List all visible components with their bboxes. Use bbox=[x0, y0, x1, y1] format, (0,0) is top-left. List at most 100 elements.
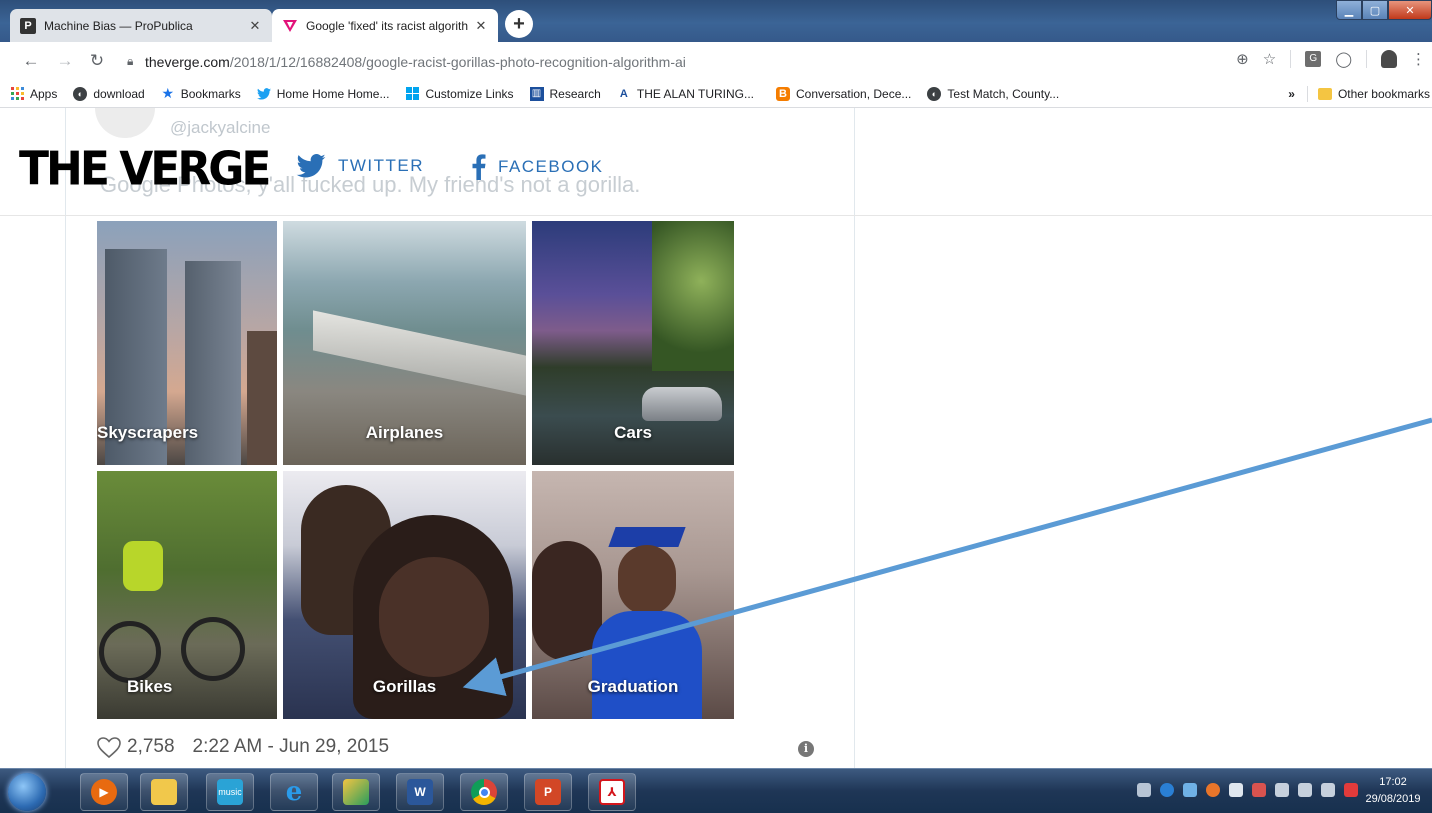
action-center-flag-icon[interactable] bbox=[1344, 783, 1358, 797]
network-signal-icon[interactable] bbox=[1298, 783, 1312, 797]
heart-icon[interactable] bbox=[97, 736, 121, 758]
security-icon[interactable] bbox=[1160, 783, 1174, 797]
tweet-handle[interactable]: @jackyalcine bbox=[170, 118, 270, 138]
star-icon: ★ bbox=[161, 85, 175, 101]
blogger-icon: B bbox=[776, 86, 790, 101]
close-icon[interactable]: ✕ bbox=[248, 18, 262, 34]
taskbar-internet-explorer[interactable]: e bbox=[270, 773, 318, 811]
onedrive-icon[interactable] bbox=[1183, 783, 1197, 797]
photo-tile-gorillas[interactable]: Gorillas bbox=[283, 471, 526, 719]
divider bbox=[1290, 50, 1292, 68]
bookmarks-overflow-button[interactable]: » bbox=[1288, 87, 1295, 101]
amazon-music-icon: music bbox=[217, 779, 243, 805]
tab-verge[interactable]: Google 'fixed' its racist algorithm ✕ bbox=[272, 9, 498, 42]
system-clock[interactable]: 17:02 29/08/2019 bbox=[1360, 774, 1426, 808]
other-bookmarks-folder[interactable]: Other bookmarks bbox=[1317, 87, 1430, 101]
profile-avatar-icon[interactable] bbox=[1381, 50, 1397, 68]
page-content: @jackyalcine Google Photos, y'all fucked… bbox=[0, 108, 1432, 768]
bookmark-apps[interactable]: Apps bbox=[10, 87, 57, 101]
bookmarks-right: » Other bookmarks bbox=[1288, 80, 1432, 108]
tab-title: Machine Bias — ProPublica bbox=[44, 18, 193, 33]
address-path: /2018/1/12/16882408/google-racist-gorill… bbox=[229, 53, 686, 70]
antivirus-icon[interactable] bbox=[1252, 783, 1266, 797]
photo-label: Cars bbox=[614, 423, 652, 442]
tab-propublica[interactable]: P Machine Bias — ProPublica ✕ bbox=[10, 9, 272, 42]
tweet-timestamp[interactable]: 2:22 AM - Jun 29, 2015 bbox=[193, 736, 389, 758]
twitter-icon bbox=[296, 154, 326, 178]
clock-time: 17:02 bbox=[1379, 776, 1407, 788]
twitter-icon bbox=[256, 87, 271, 101]
facebook-label: FACEBOOK bbox=[498, 157, 604, 176]
extension-circle-icon[interactable]: ◯ bbox=[1335, 50, 1352, 68]
bookmark-star-icon[interactable]: ☆ bbox=[1263, 50, 1276, 68]
photo-label: Skyscrapers bbox=[97, 423, 199, 442]
forward-icon[interactable]: → bbox=[52, 48, 78, 74]
photo-label: Gorillas bbox=[372, 677, 437, 696]
zoom-icon[interactable]: ⊕ bbox=[1236, 50, 1249, 68]
taskbar-chrome[interactable] bbox=[460, 773, 508, 811]
volume-icon[interactable] bbox=[1321, 783, 1335, 797]
facebook-share-link[interactable]: FACEBOOK bbox=[472, 154, 604, 180]
maximize-button[interactable]: ▢ bbox=[1362, 0, 1388, 20]
taskbar-acrobat[interactable]: ⅄ bbox=[588, 773, 636, 811]
taskbar-explorer[interactable] bbox=[140, 773, 188, 811]
taskbar-word[interactable]: W bbox=[396, 773, 444, 811]
photo-label: Bikes bbox=[127, 677, 173, 696]
word-icon: W bbox=[407, 779, 433, 805]
info-icon[interactable]: i bbox=[798, 741, 814, 757]
globe-icon: ◐ bbox=[73, 86, 88, 101]
close-icon[interactable]: ✕ bbox=[474, 18, 488, 34]
twitter-share-link[interactable]: TWITTER bbox=[296, 154, 424, 178]
bookmark-bookmarks[interactable]: ★ Bookmarks bbox=[161, 85, 240, 101]
close-window-button[interactable]: ✕ bbox=[1388, 0, 1432, 20]
update-icon[interactable] bbox=[1206, 783, 1220, 797]
bookmark-research[interactable]: ▥ Research bbox=[529, 86, 601, 101]
taskbar-app[interactable] bbox=[332, 773, 380, 811]
browser-tab-strip: P Machine Bias — ProPublica ✕ Google 'fi… bbox=[0, 0, 1432, 42]
propublica-favicon: P bbox=[20, 17, 36, 34]
photo-tile-cars[interactable]: Cars bbox=[532, 221, 734, 465]
photo-tile-bikes[interactable]: Bikes bbox=[97, 471, 277, 719]
dropbox-icon[interactable] bbox=[1229, 783, 1243, 797]
grammarly-extension-icon[interactable]: G bbox=[1305, 51, 1322, 67]
bookmark-download[interactable]: ◐ download bbox=[73, 86, 145, 101]
taskbar-amazon-music[interactable]: music bbox=[206, 773, 254, 811]
minimize-button[interactable]: ▁ bbox=[1336, 0, 1362, 20]
taskbar-powerpoint[interactable]: P bbox=[524, 773, 572, 811]
taskbar-media-player[interactable]: ▶ bbox=[80, 773, 128, 811]
usb-icon[interactable] bbox=[1275, 783, 1289, 797]
reload-icon[interactable]: ↻ bbox=[84, 48, 110, 74]
ie-icon: e bbox=[285, 777, 303, 807]
folder-icon bbox=[151, 779, 177, 805]
bookmark-customize-links[interactable]: Customize Links bbox=[405, 87, 514, 101]
turing-icon: A bbox=[619, 87, 628, 100]
other-bookmarks-label: Other bookmarks bbox=[1337, 87, 1430, 101]
keyboard-icon[interactable] bbox=[1137, 783, 1151, 797]
back-icon[interactable]: ← bbox=[18, 48, 44, 74]
bookmark-alan-turing[interactable]: A THE ALAN TURING... bbox=[617, 87, 754, 101]
bookmark-label: Conversation, Dece... bbox=[796, 86, 912, 101]
bookmark-label: Apps bbox=[30, 86, 58, 101]
browser-toolbar: ← → ↻ 🔒︎ theverge.com/2018/1/12/16882408… bbox=[0, 42, 1432, 80]
menu-kebab-icon[interactable]: ⋮ bbox=[1411, 50, 1426, 68]
address-host: theverge.com bbox=[145, 53, 230, 70]
bookmark-test-match[interactable]: ◐ Test Match, County... bbox=[927, 86, 1060, 101]
verge-favicon bbox=[282, 18, 298, 34]
bookmark-label: Test Match, County... bbox=[947, 86, 1060, 101]
verge-logo[interactable]: THE VERGE bbox=[19, 143, 271, 197]
app-icon bbox=[343, 779, 369, 805]
bookmark-label: THE ALAN TURING... bbox=[636, 86, 754, 101]
twitter-label: TWITTER bbox=[338, 156, 425, 175]
library-icon: ▥ bbox=[529, 86, 544, 101]
new-tab-button[interactable]: + bbox=[505, 10, 533, 38]
bookmark-conversation[interactable]: B Conversation, Dece... bbox=[776, 86, 912, 101]
photo-tile-graduation[interactable]: Graduation bbox=[532, 471, 734, 719]
clock-date: 29/08/2019 bbox=[1365, 793, 1421, 805]
address-bar[interactable]: 🔒︎ theverge.com/2018/1/12/16882408/googl… bbox=[127, 48, 1297, 75]
toolbar-icons: ⊕ ☆ G ◯ ⋮ bbox=[1236, 50, 1426, 68]
photo-tile-airplanes[interactable]: Airplanes bbox=[283, 221, 526, 465]
like-count: 2,758 bbox=[127, 736, 175, 757]
photo-tile-skyscrapers[interactable]: Skyscrapers bbox=[97, 221, 277, 465]
start-button[interactable] bbox=[8, 773, 46, 811]
bookmark-home[interactable]: Home Home Home... bbox=[256, 87, 389, 101]
